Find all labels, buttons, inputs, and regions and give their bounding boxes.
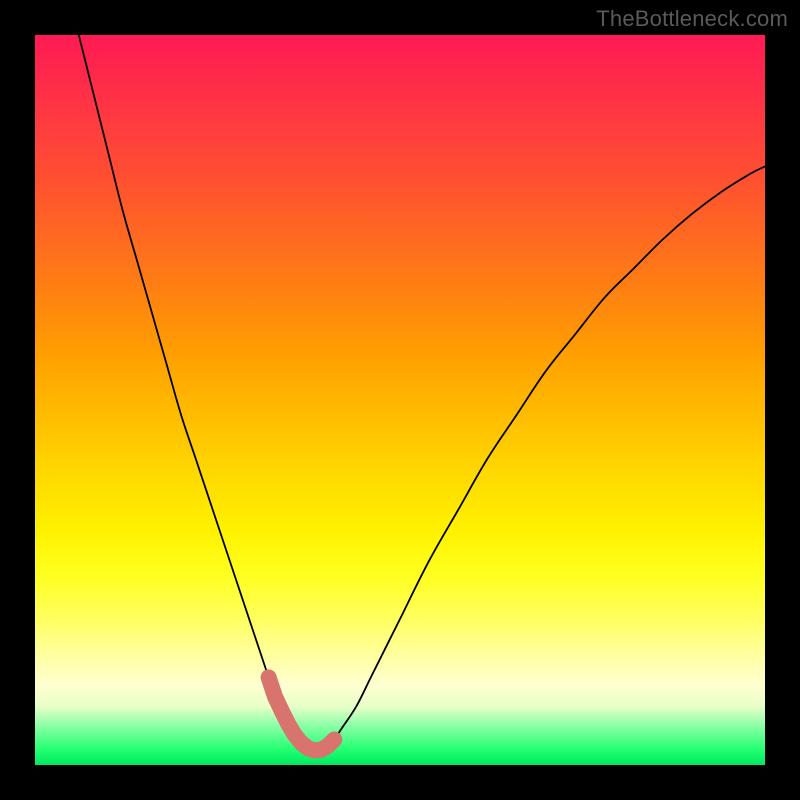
chart-svg (35, 35, 765, 765)
curve-right-branch (298, 166, 765, 750)
curve-left-branch (79, 35, 298, 739)
minimum-marker (269, 677, 335, 750)
watermark-text: TheBottleneck.com (596, 6, 788, 32)
chart-container: TheBottleneck.com (0, 0, 800, 800)
